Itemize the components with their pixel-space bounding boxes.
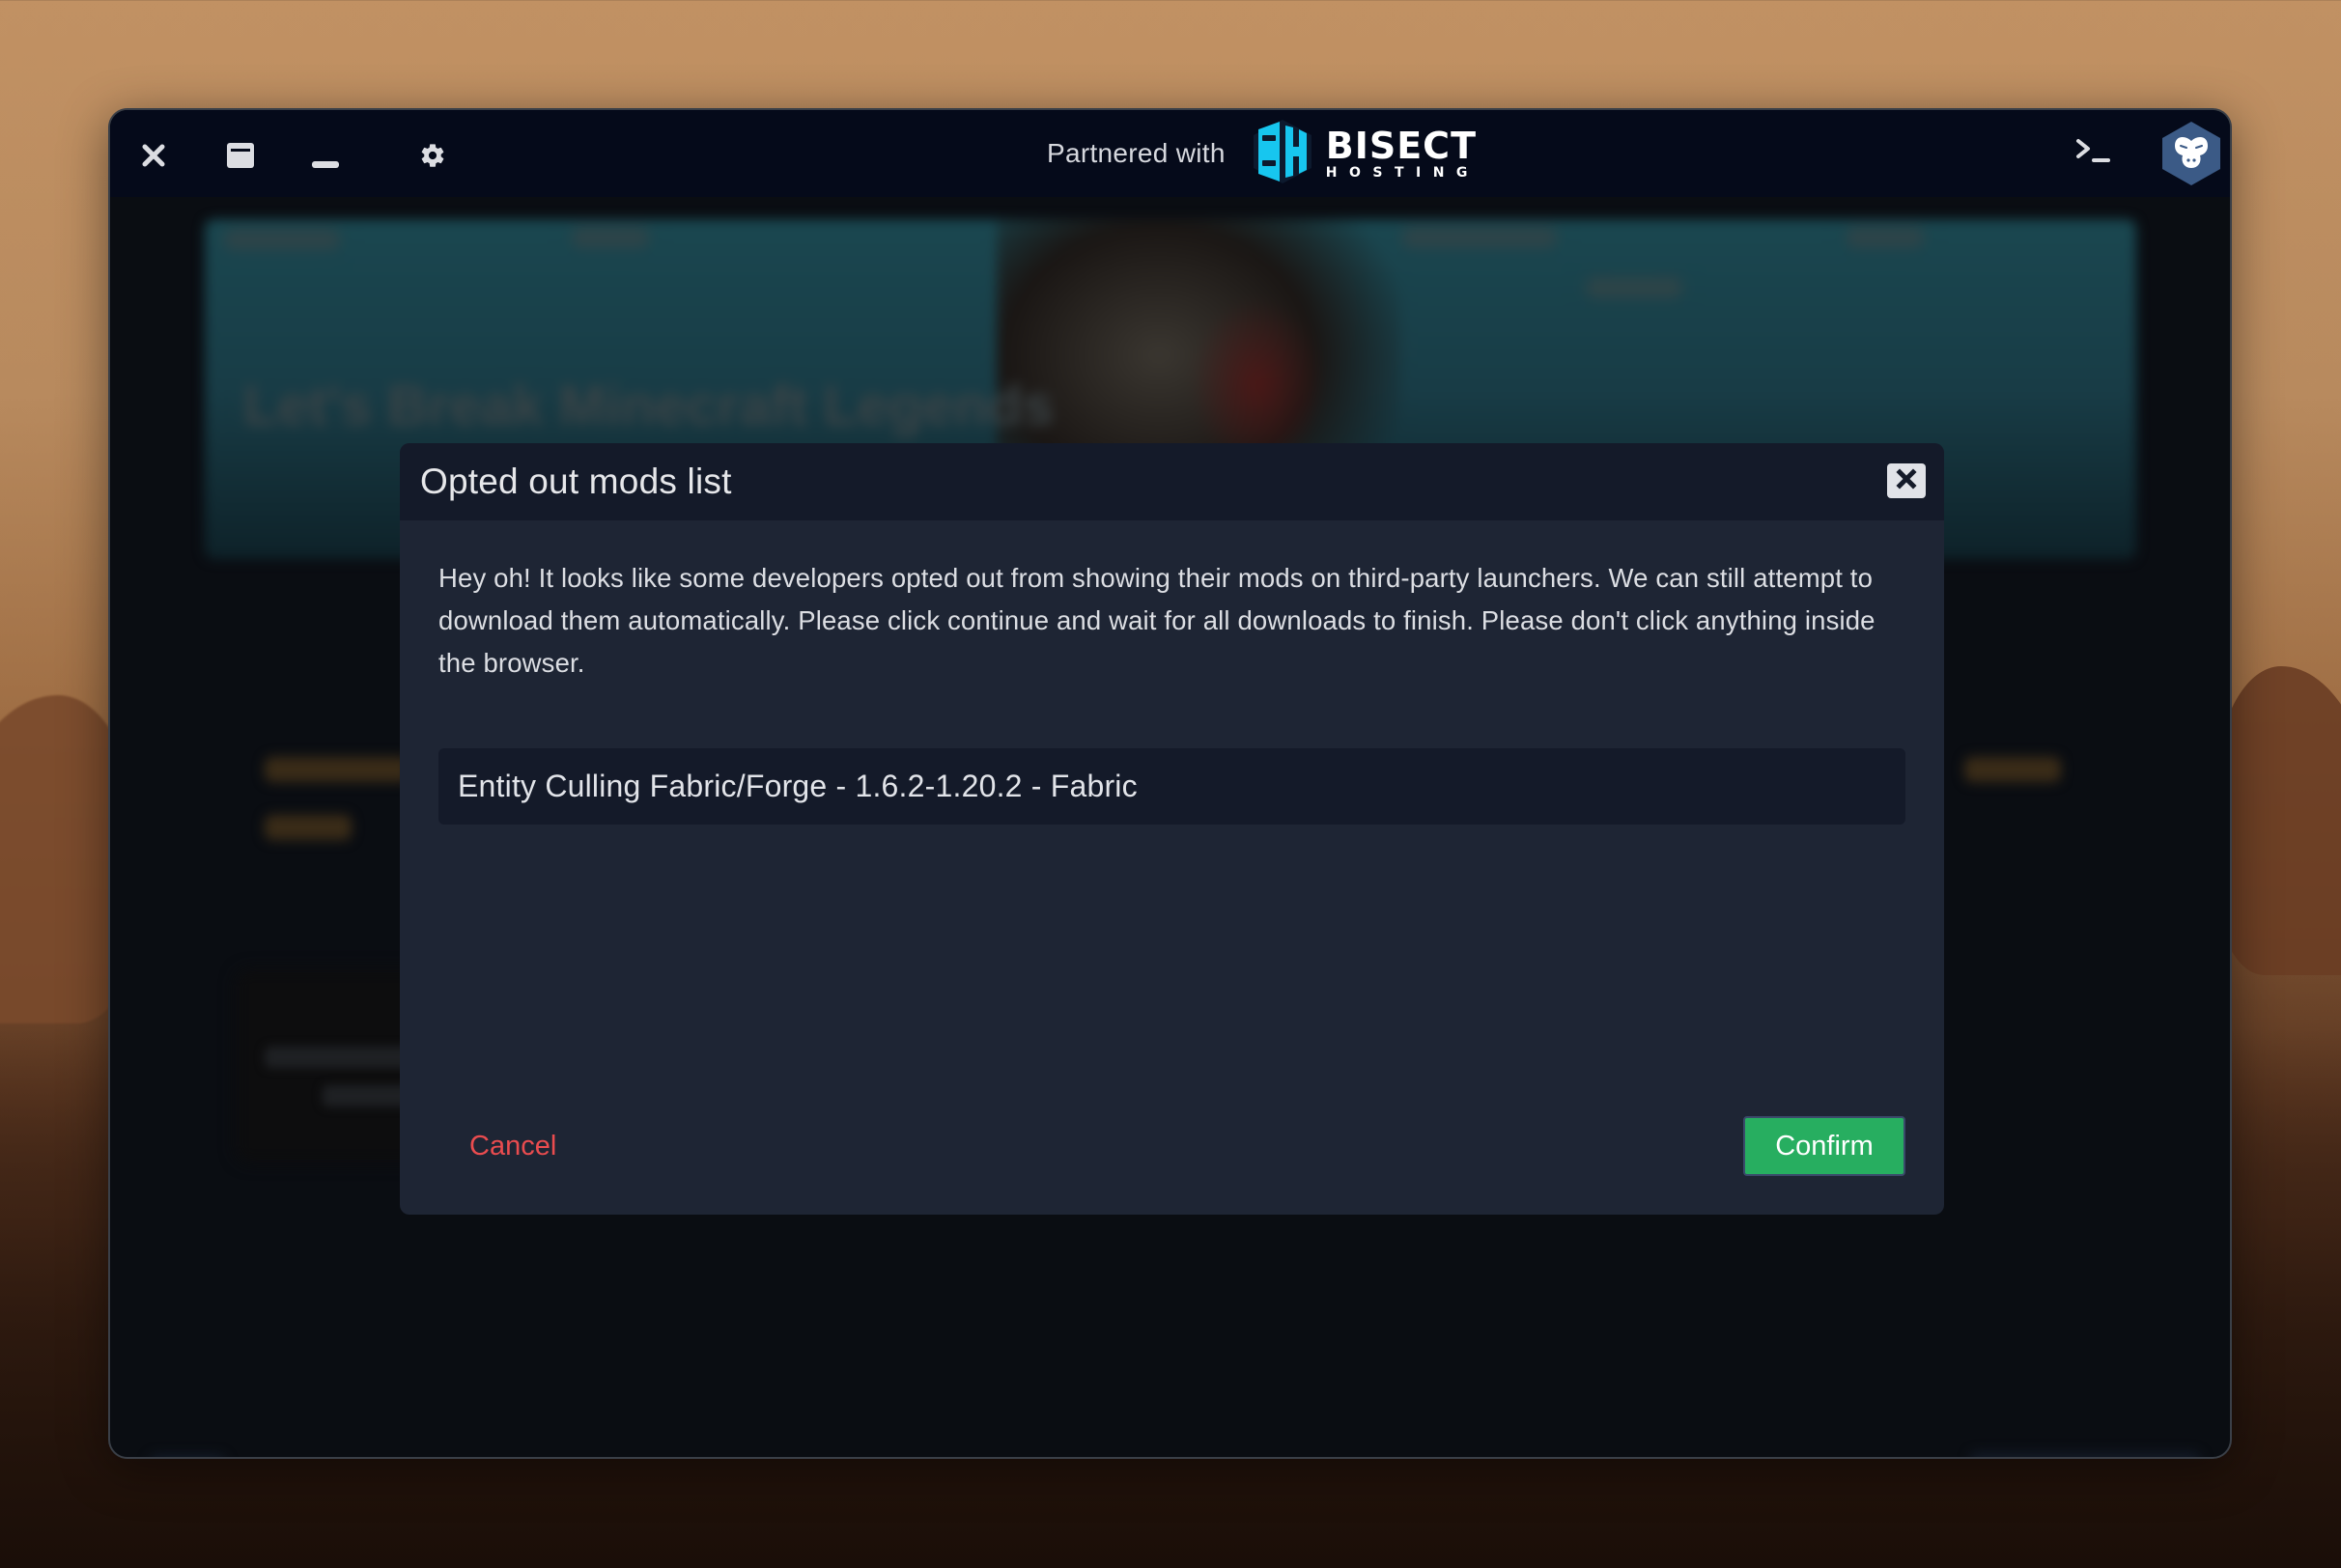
dialog-footer: Cancel Confirm <box>400 1116 1944 1176</box>
terminal-icon <box>2075 137 2114 171</box>
maximize-window-button[interactable] <box>221 136 260 175</box>
close-icon <box>141 143 166 168</box>
window-maximize-icon <box>226 142 255 169</box>
mods-list: Entity Culling Fabric/Forge - 1.6.2-1.20… <box>438 748 1905 825</box>
app-window: Partnered with BISECT HOSTING Let's Brea… <box>108 108 2232 1459</box>
close-window-button[interactable] <box>134 136 173 175</box>
minimize-window-button[interactable] <box>306 136 345 175</box>
opted-out-mods-dialog: Opted out mods list Hey oh! It looks lik… <box>400 443 1944 1215</box>
partner-banner[interactable]: Partnered with BISECT HOSTING <box>1047 110 1480 197</box>
gear-icon <box>419 142 446 169</box>
dialog-message: Hey oh! It looks like some developers op… <box>438 563 1876 678</box>
banner-title: Let's Break Minecraft Legends <box>243 375 1054 437</box>
wallpaper-silhouette <box>2215 666 2341 975</box>
minimize-icon <box>311 141 340 170</box>
bisect-hosting-logo[interactable]: BISECT HOSTING <box>1251 118 1480 190</box>
close-icon <box>1896 467 1917 494</box>
blurred-button <box>1969 1452 2201 1457</box>
dialog-close-button[interactable] <box>1887 463 1926 498</box>
settings-button[interactable] <box>413 136 452 175</box>
cancel-button[interactable]: Cancel <box>469 1116 556 1176</box>
partner-label: Partnered with <box>1047 138 1226 168</box>
title-bar: Partnered with BISECT HOSTING <box>110 110 2230 197</box>
terminal-button[interactable] <box>2071 134 2119 173</box>
confirm-button[interactable]: Confirm <box>1743 1116 1905 1176</box>
bisect-brand-subtitle: HOSTING <box>1325 165 1480 181</box>
blurred-button <box>149 1455 226 1457</box>
bisect-hexagon-icon <box>1251 118 1314 190</box>
dialog-title: Opted out mods list <box>420 462 732 501</box>
monkey-hex-icon <box>2159 122 2223 191</box>
bisect-brand-name: BISECT <box>1325 125 1477 167</box>
list-item: Entity Culling Fabric/Forge - 1.6.2-1.20… <box>438 748 1905 825</box>
avatar[interactable] <box>2159 120 2223 187</box>
dialog-header: Opted out mods list <box>400 443 1944 520</box>
